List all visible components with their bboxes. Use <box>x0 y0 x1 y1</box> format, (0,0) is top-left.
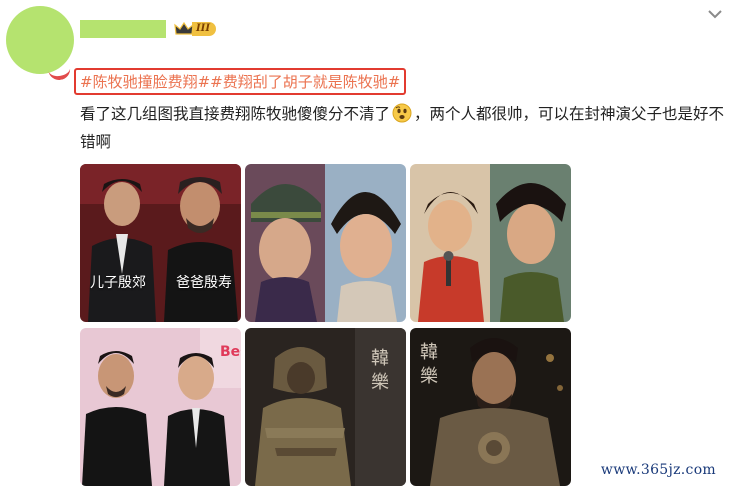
site-watermark: www.365jz.com <box>590 458 726 482</box>
vip-badge[interactable]: III <box>174 20 217 38</box>
svg-text:韓: 韓 <box>371 348 389 369</box>
photo-thumbnail[interactable] <box>410 164 571 322</box>
svg-text:韓: 韓 <box>420 342 438 363</box>
avatar-badge-ring <box>46 54 72 82</box>
chevron-down-icon[interactable] <box>706 6 724 20</box>
photo-thumbnail[interactable] <box>245 164 406 322</box>
post-text-part: 看了这几组图我直接费翔陈牧驰傻傻分不清了 <box>80 105 391 123</box>
svg-text:Bes: Bes <box>220 344 241 360</box>
image-caption: 爸爸殷寿 <box>176 275 232 291</box>
hashtag-link[interactable]: #费翔刮了胡子就是陈牧驰# <box>210 71 400 92</box>
photo-thumbnail[interactable]: 儿子殷郊 爸爸殷寿 <box>80 164 241 322</box>
crown-icon <box>174 21 194 37</box>
hashtag-highlight-box: #陈牧驰撞脸费翔# #费翔刮了胡子就是陈牧驰# <box>74 68 407 95</box>
svg-text:樂: 樂 <box>371 372 389 393</box>
vip-level: III <box>192 22 217 36</box>
photo-thumbnail[interactable]: 韓 樂 <box>245 328 406 486</box>
photo-thumbnail[interactable]: 韓 樂 <box>410 328 571 486</box>
username-redacted[interactable] <box>80 20 166 38</box>
hashtag-link[interactable]: #陈牧驰撞脸费翔# <box>80 71 210 92</box>
svg-text:樂: 樂 <box>420 366 438 387</box>
confused-face-emoji-icon <box>392 103 412 123</box>
image-caption: 儿子殷郊 <box>90 275 146 291</box>
photo-thumbnail[interactable]: Bes <box>80 328 241 486</box>
post-text: 看了这几组图我直接费翔陈牧驰傻傻分不清了 ，两个人都很帅，可以在封神演父子也是好… <box>80 100 730 156</box>
